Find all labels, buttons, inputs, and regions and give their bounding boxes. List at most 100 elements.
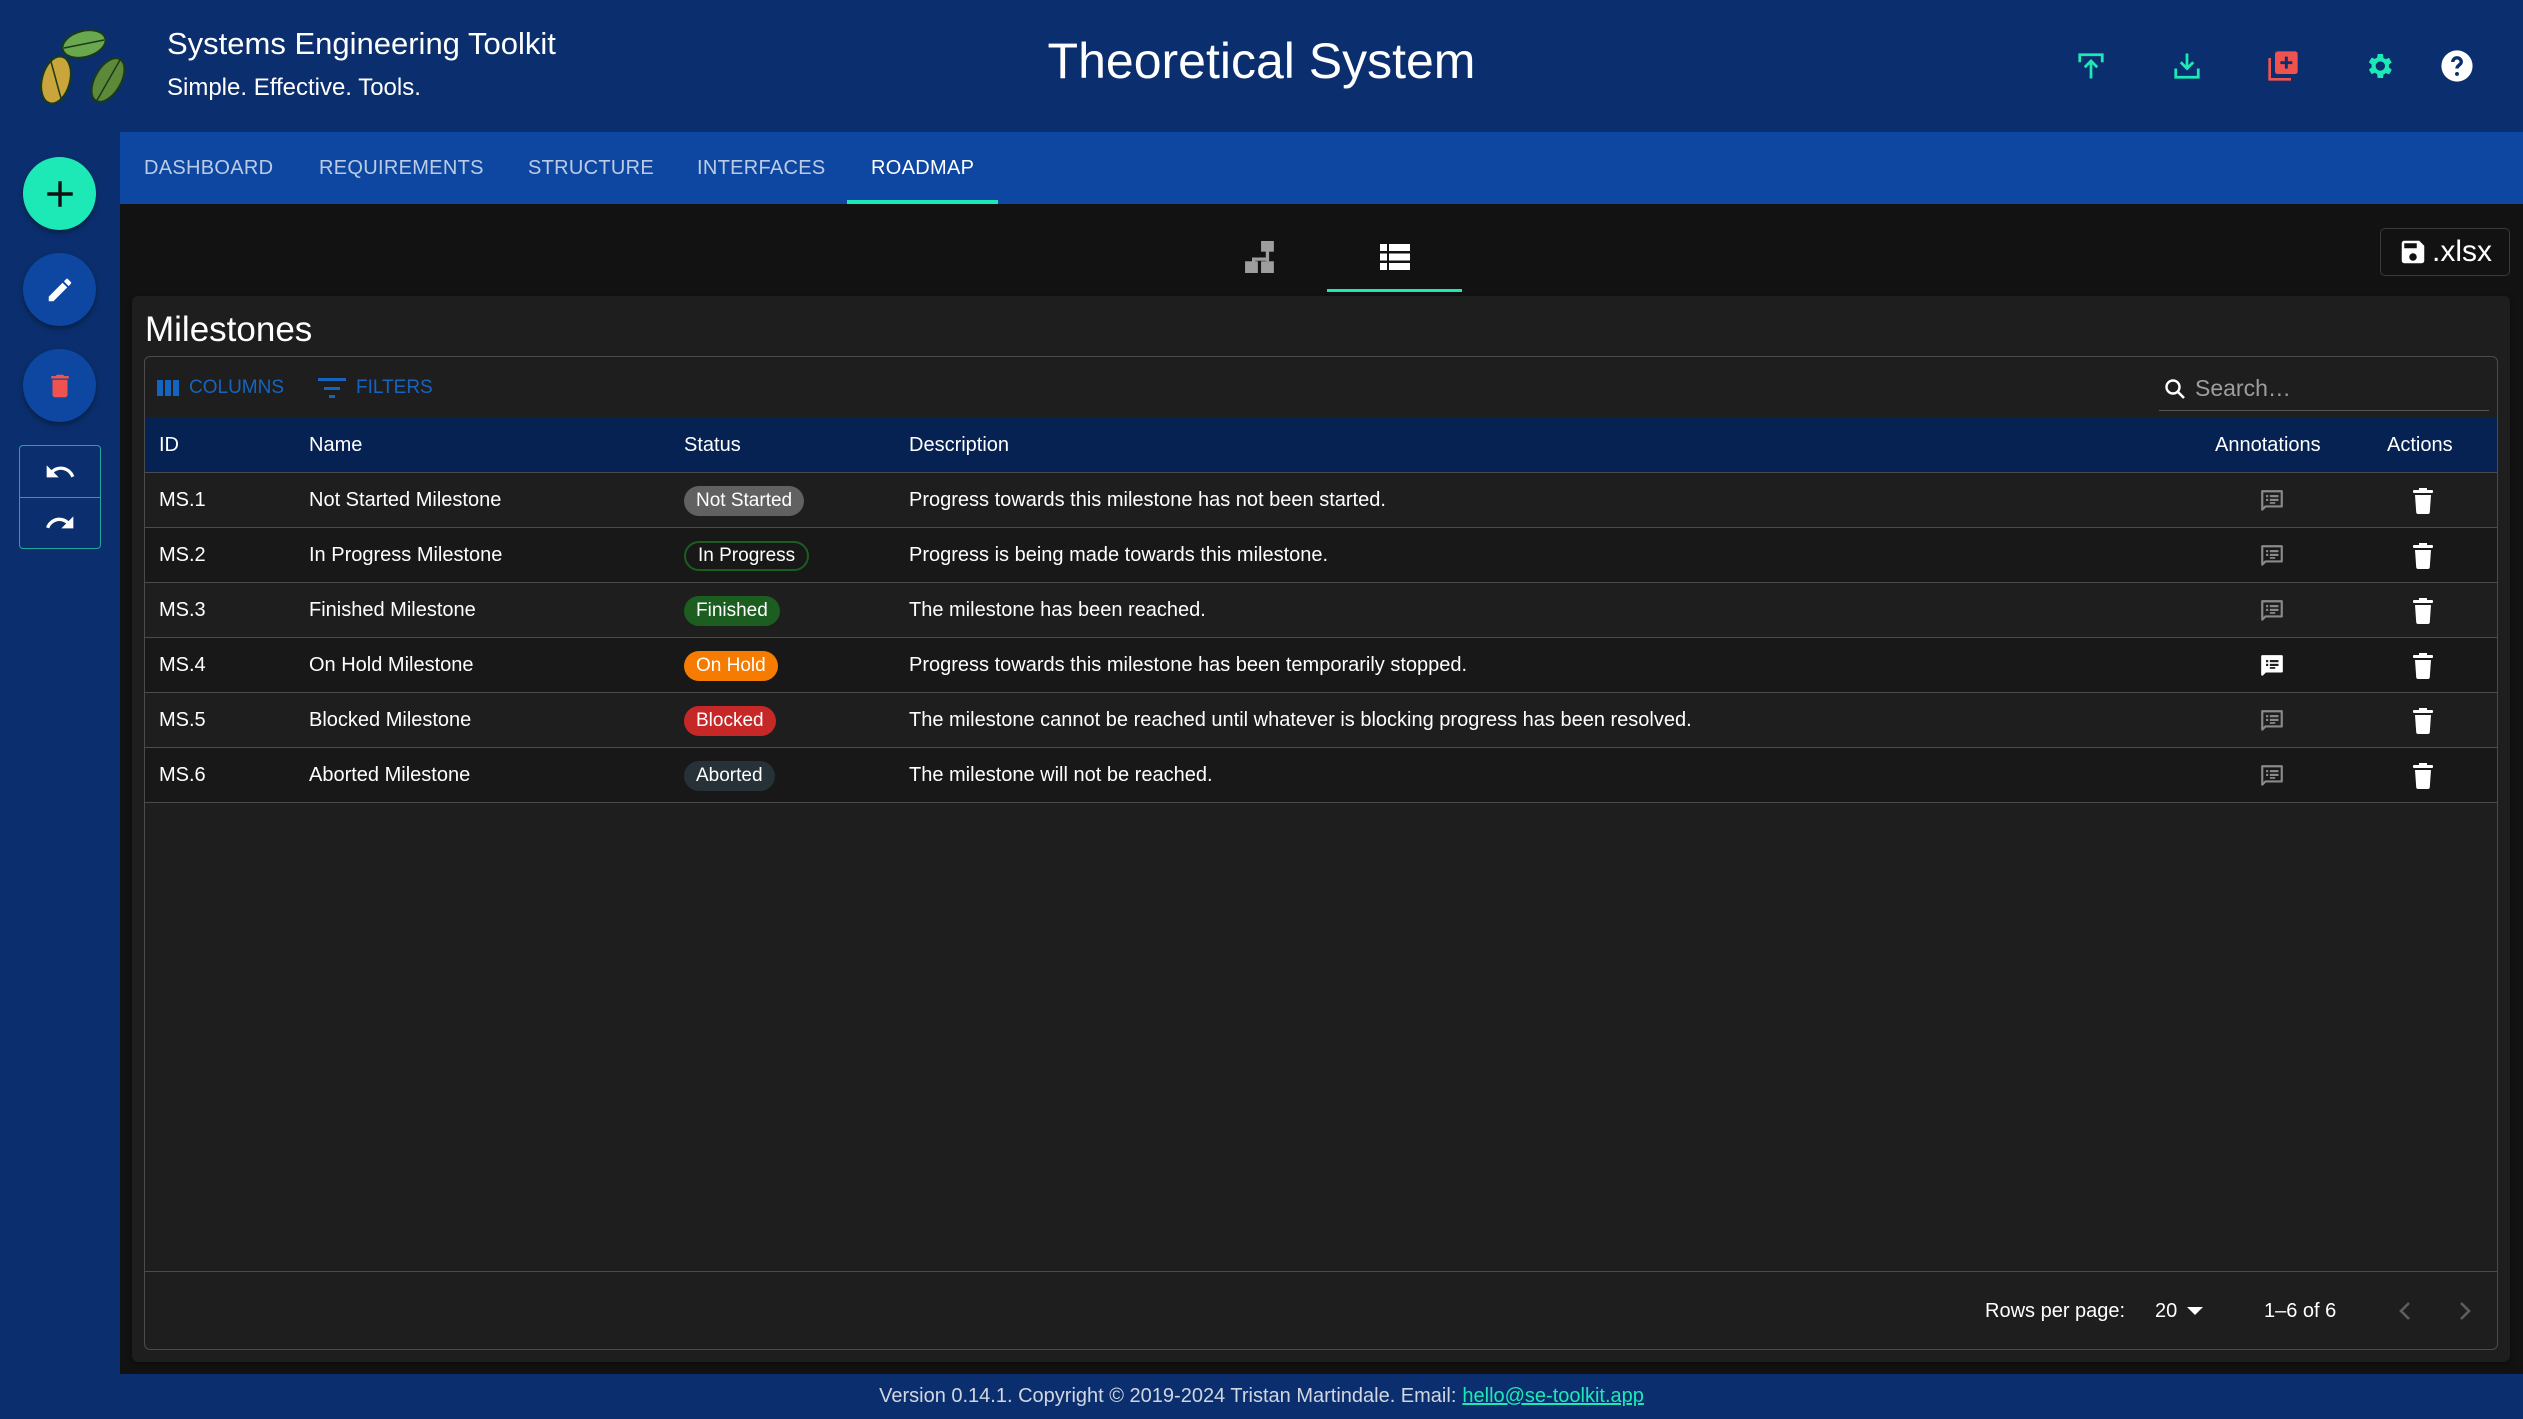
edit-button[interactable] xyxy=(23,253,96,326)
cell-status: Aborted xyxy=(684,748,775,803)
delete-row-button[interactable] xyxy=(2403,536,2443,576)
undo-redo-group xyxy=(19,445,101,549)
export-xlsx-label: .xlsx xyxy=(2432,235,2492,268)
cell-actions xyxy=(2403,638,2443,693)
save-icon xyxy=(2401,240,2425,264)
caret-down-icon xyxy=(2187,1307,2204,1315)
tab-interfaces[interactable]: INTERFACES xyxy=(697,132,826,204)
columns-label: COLUMNS xyxy=(189,377,285,398)
new-project-button[interactable] xyxy=(2259,42,2307,90)
cell-actions xyxy=(2403,693,2443,748)
undo-button[interactable] xyxy=(20,446,100,497)
cell-id: MS.4 xyxy=(159,654,206,676)
table-view-toggle[interactable] xyxy=(1327,222,1462,292)
cell-name: On Hold Milestone xyxy=(309,654,474,676)
search-icon xyxy=(2165,378,2185,399)
cell-name: Not Started Milestone xyxy=(309,489,502,511)
pagination: Rows per page: 20 1–6 of 6 xyxy=(145,1271,2497,1349)
tab-structure[interactable]: STRUCTURE xyxy=(528,132,654,204)
redo-button[interactable] xyxy=(20,497,100,548)
rows-per-page-label: Rows per page: xyxy=(1985,1299,2126,1322)
search-field[interactable] xyxy=(2159,367,2489,411)
columns-icon xyxy=(157,380,179,396)
trash-icon xyxy=(2413,542,2433,569)
cell-status: Blocked xyxy=(684,693,776,748)
app-footer: Version 0.14.1. Copyright © 2019-2024 Tr… xyxy=(0,1374,2523,1419)
cell-name: Blocked Milestone xyxy=(309,709,472,731)
column-header-annotations[interactable]: Annotations xyxy=(2215,417,2321,473)
upload-button[interactable] xyxy=(2067,42,2115,90)
delete-row-button[interactable] xyxy=(2403,756,2443,796)
table-row[interactable]: MS.1 Not Started Milestone Not Started Prog… xyxy=(145,473,2497,528)
main-nav: DASHBOARD REQUIREMENTS STRUCTURE INTERFA… xyxy=(120,132,2523,204)
cell-actions xyxy=(2403,748,2443,803)
delete-button[interactable] xyxy=(23,349,96,422)
cell-name: In Progress Milestone xyxy=(309,544,503,566)
table-row[interactable]: MS.2 In Progress Milestone In Progress Prog… xyxy=(145,528,2497,583)
filter-icon xyxy=(318,378,346,398)
download-button[interactable] xyxy=(2163,42,2211,90)
status-chip: Blocked xyxy=(684,705,776,736)
upload-icon xyxy=(2078,53,2104,79)
chevron-right-icon xyxy=(2460,1302,2471,1320)
cell-status: Finished xyxy=(684,583,780,638)
cell-id: MS.2 xyxy=(159,544,206,566)
previous-page-button[interactable] xyxy=(2385,1291,2425,1331)
rows-per-page-select[interactable]: 20 xyxy=(2155,1272,2204,1349)
annotation-filled-icon xyxy=(2261,654,2283,676)
status-chip: Not Started xyxy=(684,485,805,516)
cell-name: Aborted Milestone xyxy=(309,764,471,786)
settings-icon xyxy=(2368,54,2392,78)
tab-roadmap[interactable]: ROADMAP xyxy=(846,132,999,204)
milestones-card: Milestones COLUMNS FILTERS Search… ID Na… xyxy=(132,296,2510,1362)
sidebar xyxy=(0,132,120,1374)
table-row[interactable]: MS.4 On Hold Milestone On Hold Progress tow… xyxy=(145,638,2497,693)
trash-icon xyxy=(2413,597,2433,624)
annotations-button[interactable] xyxy=(2252,701,2292,741)
app-root: Systems Engineering Toolkit Simple. Effe… xyxy=(0,0,2523,1419)
add-button[interactable] xyxy=(23,157,96,230)
column-header-name[interactable]: Name xyxy=(309,417,362,473)
cell-id: MS.6 xyxy=(159,764,206,786)
column-header-id[interactable]: ID xyxy=(159,417,179,473)
columns-button[interactable]: COLUMNS xyxy=(157,375,284,401)
help-button[interactable] xyxy=(2433,42,2481,90)
annotations-button[interactable] xyxy=(2252,536,2292,576)
table-row[interactable]: MS.6 Aborted Milestone Aborted The mileston… xyxy=(145,748,2497,803)
table-toolbar: COLUMNS FILTERS xyxy=(145,357,2497,417)
annotations-button[interactable] xyxy=(2252,756,2292,796)
milestones-title: Milestones xyxy=(145,310,313,349)
column-header-description[interactable]: Description xyxy=(909,417,1009,473)
trash-icon xyxy=(2413,762,2433,789)
filters-button[interactable]: FILTERS xyxy=(318,375,433,401)
search-input[interactable] xyxy=(2195,375,2475,402)
trash-icon xyxy=(2413,652,2433,679)
cell-status: In Progress xyxy=(684,528,810,583)
delete-row-button[interactable] xyxy=(2403,646,2443,686)
next-page-button[interactable] xyxy=(2445,1291,2485,1331)
column-header-status[interactable]: Status xyxy=(684,417,741,473)
column-header-actions[interactable]: Actions xyxy=(2387,417,2453,473)
cell-description: The milestone has been reached. xyxy=(909,599,1206,621)
pagination-range: 1–6 of 6 xyxy=(2264,1299,2337,1322)
table-row[interactable]: MS.5 Blocked Milestone Blocked The mileston… xyxy=(145,693,2497,748)
cell-annotations xyxy=(2252,638,2292,693)
delete-row-button[interactable] xyxy=(2403,701,2443,741)
annotations-button[interactable] xyxy=(2252,481,2292,521)
delete-row-button[interactable] xyxy=(2403,591,2443,631)
delete-row-button[interactable] xyxy=(2403,481,2443,521)
app-logo[interactable] xyxy=(34,24,134,108)
tab-dashboard[interactable]: DASHBOARD xyxy=(144,132,273,204)
tab-requirements[interactable]: REQUIREMENTS xyxy=(319,132,484,204)
footer-email-link[interactable]: hello@se-toolkit.app xyxy=(1462,1385,1644,1408)
status-chip: Finished xyxy=(684,595,780,626)
table-row[interactable]: MS.3 Finished Milestone Finished The milest… xyxy=(145,583,2497,638)
export-xlsx-button[interactable]: .xlsx xyxy=(2380,228,2510,276)
diagram-view-toggle[interactable] xyxy=(1192,222,1327,292)
annotations-button[interactable] xyxy=(2252,646,2292,686)
annotation-outline-icon xyxy=(2261,599,2283,621)
settings-button[interactable] xyxy=(2355,42,2403,90)
pencil-icon xyxy=(48,278,71,301)
list-icon xyxy=(1379,244,1410,270)
annotations-button[interactable] xyxy=(2252,591,2292,631)
